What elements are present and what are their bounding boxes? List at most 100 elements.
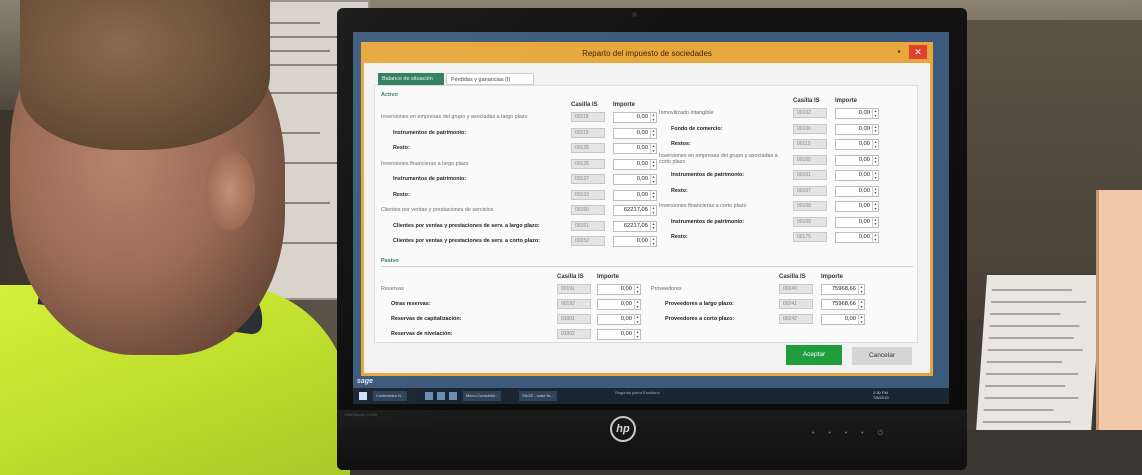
row-label: Clientes por ventas y prestaciones de se…: [381, 207, 494, 213]
importe-value: 0,00: [620, 331, 632, 337]
row-label: Reservas de capitalización:: [391, 316, 462, 322]
spinner-arrows-icon[interactable]: ▲ ▼: [650, 175, 656, 184]
importe-input[interactable]: 0,00 ▲ ▼: [613, 127, 657, 139]
importe-value: 0,00: [636, 145, 648, 151]
spinner-arrows-icon[interactable]: ▲ ▼: [634, 330, 640, 339]
webcam-icon: [632, 12, 637, 17]
row-label: Instrumentos de patrimonio:: [671, 218, 745, 225]
importe-input[interactable]: 0,00 ▲ ▼: [597, 299, 641, 310]
importe-value: 75968,66: [831, 286, 856, 292]
store-icon[interactable]: [437, 392, 445, 400]
importe-input[interactable]: 0,00 ▲ ▼: [835, 185, 879, 197]
importe-input[interactable]: 0,00 ▲ ▼: [613, 158, 657, 170]
row-label: Resto:: [393, 191, 410, 198]
person-ear: [205, 150, 255, 230]
title-bar: Reparto del impuesto de sociedades ▪ ✕: [364, 45, 930, 63]
spinner-arrows-icon[interactable]: ▲ ▼: [872, 124, 878, 134]
importe-value: 0,00: [620, 286, 632, 292]
spinner-arrows-icon[interactable]: ▲ ▼: [634, 315, 640, 324]
importe-input[interactable]: 0,00 ▲ ▼: [613, 174, 657, 185]
importe-value: 0,00: [636, 160, 648, 167]
tax-dialog-window: Reparto del impuesto de sociedades ▪ ✕ B…: [361, 42, 933, 376]
minimize-icon[interactable]: ▪: [892, 47, 906, 59]
importe-value: 62217,05: [623, 207, 648, 213]
close-icon[interactable]: ✕: [909, 45, 927, 59]
spinner-arrows-icon[interactable]: ▲ ▼: [634, 285, 640, 294]
row-label: Inversiones en empresas del grupo y asoc…: [381, 114, 528, 120]
accept-button[interactable]: Aceptar: [786, 345, 842, 365]
tab-perdidas-ganancias[interactable]: Pérdidas y ganancias (I): [446, 73, 534, 85]
importe-input[interactable]: 0,00 ▲ ▼: [835, 139, 879, 150]
importe-input[interactable]: 0,00 ▲ ▼: [613, 236, 657, 247]
importe-input[interactable]: 75968,66 ▲ ▼: [821, 299, 865, 310]
spinner-arrows-icon[interactable]: ▲ ▼: [872, 233, 878, 242]
importe-input[interactable]: 0,00 ▲ ▼: [613, 143, 657, 154]
row-label: Reservas: [381, 286, 404, 292]
importe-input[interactable]: 0,00 ▲ ▼: [597, 329, 641, 340]
spinner-arrows-icon[interactable]: ▲ ▼: [872, 109, 878, 118]
taskbar-item-2[interactable]: Micro-Contabilid...: [463, 391, 502, 401]
cancel-button[interactable]: Cancelar: [852, 347, 912, 365]
tab-content: Activo Casilla IS Importe Casilla IS Imp…: [374, 85, 918, 343]
folder-icon[interactable]: [425, 392, 433, 400]
importe-input[interactable]: 0,00 ▲ ▼: [597, 284, 641, 295]
importe-value: 0,00: [858, 203, 870, 209]
importe-input[interactable]: 0,00 ▲ ▼: [835, 201, 879, 212]
importe-value: 62217,05: [623, 222, 648, 229]
spinner-arrows-icon[interactable]: ▲ ▼: [650, 237, 656, 246]
row-label: Proveedores: [651, 286, 682, 292]
spinner-arrows-icon[interactable]: ▲ ▼: [650, 190, 656, 200]
spinner-arrows-icon[interactable]: ▲ ▼: [872, 171, 878, 180]
row-label: Fondo de comercio:: [671, 125, 723, 132]
windows-start-icon[interactable]: [359, 392, 367, 400]
importe-input[interactable]: 75968,66 ▲ ▼: [821, 284, 865, 295]
importe-input[interactable]: 0,00 ▲ ▼: [597, 314, 641, 325]
person-hair: [20, 0, 270, 150]
row-label: Inversiones financieras a largo plazo: [381, 160, 469, 167]
spinner-arrows-icon[interactable]: ▲ ▼: [858, 315, 864, 324]
importe-input[interactable]: 0,00 ▲ ▼: [835, 108, 879, 119]
spinner-arrows-icon[interactable]: ▲ ▼: [634, 300, 640, 309]
importe-input[interactable]: 0,00 ▲ ▼: [835, 170, 879, 181]
casilla-field: 00125: [571, 143, 605, 153]
spinner-arrows-icon[interactable]: ▲ ▼: [858, 300, 864, 309]
monitor-chin: hp • • • • ⏻: [337, 410, 967, 470]
importe-input[interactable]: 0,00 ▲ ▼: [835, 216, 879, 228]
importe-value: 0,00: [858, 218, 870, 225]
casilla-field: 00119: [571, 127, 605, 138]
row-label: Instrumentos de patrimonio:: [671, 172, 745, 178]
spinner-arrows-icon[interactable]: ▲ ▼: [650, 206, 656, 215]
spinner-arrows-icon[interactable]: ▲ ▼: [650, 144, 656, 153]
spinner-arrows-icon[interactable]: ▲ ▼: [858, 285, 864, 294]
spinner-arrows-icon[interactable]: ▲ ▼: [872, 155, 878, 165]
spinner-arrows-icon[interactable]: ▲ ▼: [872, 217, 878, 227]
casilla-field: 00152: [571, 236, 605, 246]
importe-input[interactable]: 0,00 ▲ ▼: [835, 232, 879, 243]
pasivo-left-importe-header: Importe: [597, 274, 620, 280]
casilla-field: 00127: [571, 174, 605, 184]
importe-input[interactable]: 0,00 ▲ ▼: [835, 123, 879, 135]
importe-value: 0,00: [636, 114, 648, 120]
spinner-arrows-icon[interactable]: ▲ ▼: [650, 113, 656, 122]
importe-input[interactable]: 0,00 ▲ ▼: [613, 189, 657, 201]
app-icon[interactable]: [449, 392, 457, 400]
importe-input[interactable]: 0,00 ▲ ▼: [835, 154, 879, 166]
taskbar-item-3[interactable]: SAGE - sabe fis...: [519, 391, 557, 401]
pasivo-right-casilla-header: Casilla IS: [779, 274, 806, 280]
importe-input[interactable]: 0,00 ▲ ▼: [821, 314, 865, 325]
spinner-arrows-icon[interactable]: ▲ ▼: [650, 221, 656, 231]
spinner-arrows-icon[interactable]: ▲ ▼: [872, 186, 878, 196]
importe-input[interactable]: 0,00 ▲ ▼: [613, 112, 657, 123]
importe-input[interactable]: 62217,05 ▲ ▼: [613, 220, 657, 232]
taskbar: Contenedor N... Micro-Contabilid... SAGE…: [353, 388, 949, 404]
importe-value: 0,00: [858, 141, 870, 147]
spinner-arrows-icon[interactable]: ▲ ▼: [650, 159, 656, 169]
spinner-arrows-icon[interactable]: ▲ ▼: [650, 128, 656, 138]
taskbar-item-1[interactable]: Contenedor N...: [373, 391, 408, 401]
tab-balance[interactable]: Balance de situación: [378, 73, 444, 85]
hp-logo: hp: [610, 416, 636, 442]
row-label: Otras reservas:: [391, 301, 431, 307]
importe-input[interactable]: 62217,05 ▲ ▼: [613, 205, 657, 216]
spinner-arrows-icon[interactable]: ▲ ▼: [872, 202, 878, 211]
spinner-arrows-icon[interactable]: ▲ ▼: [872, 140, 878, 149]
